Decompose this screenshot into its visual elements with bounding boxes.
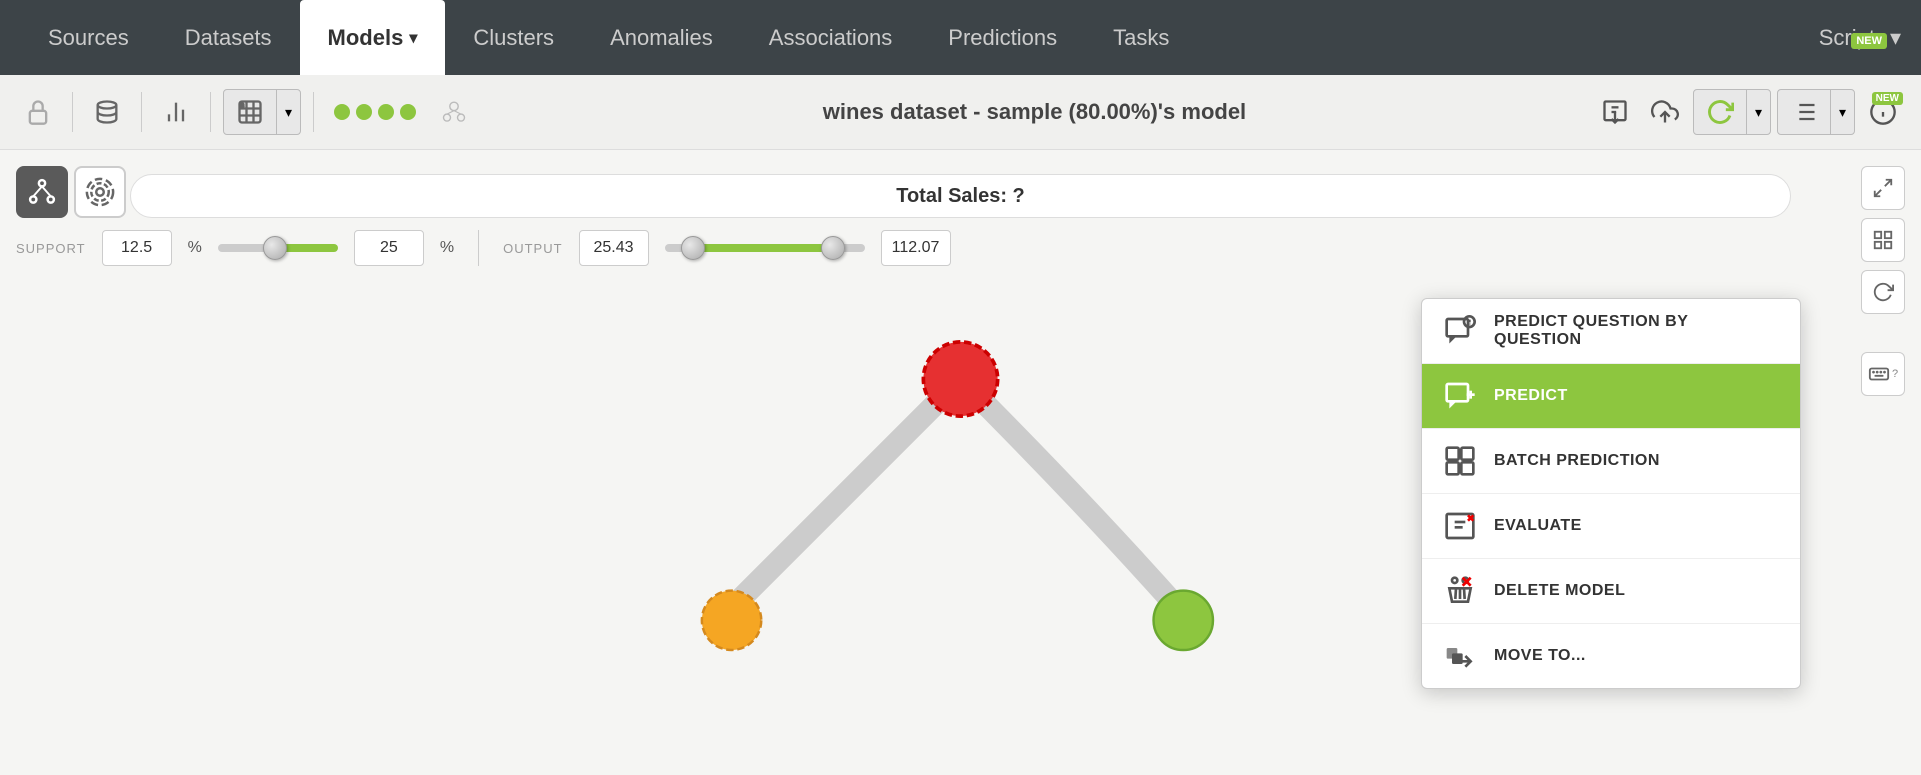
batch-label: BATCH PREDICTION	[1494, 452, 1660, 470]
controls-divider	[478, 230, 479, 266]
support-slider-container	[218, 244, 338, 252]
scripts-dropdown-arrow: ▾	[1890, 25, 1901, 51]
list-icon[interactable]	[1778, 90, 1831, 134]
source-dataset-icon[interactable]	[432, 90, 476, 134]
expand-icon[interactable]	[1861, 166, 1905, 210]
status-dot-1	[334, 104, 350, 120]
support-slider-track[interactable]	[218, 244, 338, 252]
navbar: Sources Datasets Models ▾ Clusters Anoma…	[0, 0, 1921, 75]
dataset-icon[interactable]	[85, 90, 129, 134]
upload-cloud-icon[interactable]	[1643, 90, 1687, 134]
toolbar: 3 ▾ wines dataset - sample (80.00%)'s mo…	[0, 75, 1921, 150]
dropdown-item-predict[interactable]: PREDICT	[1422, 364, 1800, 429]
nav-item-datasets[interactable]: Datasets	[157, 0, 300, 75]
list-btn-group[interactable]: ▾	[1777, 89, 1855, 135]
nav-item-tasks[interactable]: Tasks	[1085, 0, 1197, 75]
output-slider-thumb-right[interactable]	[821, 236, 845, 260]
dropdown-item-delete[interactable]: DELETE MODEL	[1422, 559, 1800, 624]
sunburst-view-button[interactable]	[74, 166, 126, 218]
nav-item-predictions[interactable]: Predictions	[920, 0, 1085, 75]
scripts-new-badge: NEW	[1851, 33, 1887, 49]
dropdown-menu: PREDICT QUESTION BY QUESTION PREDICT	[1421, 298, 1801, 689]
status-dot-3	[378, 104, 394, 120]
delete-icon	[1442, 573, 1478, 609]
action-btn-group[interactable]: ▾	[1693, 89, 1771, 135]
predict-dropdown-arrow[interactable]: ▾	[1747, 96, 1770, 129]
delete-label: DELETE MODEL	[1494, 582, 1625, 600]
support-label: SUPPORT	[16, 241, 86, 256]
download-icon[interactable]	[1593, 90, 1637, 134]
svg-text:3: 3	[241, 103, 244, 109]
models-dropdown-arrow: ▾	[409, 28, 417, 48]
view-controls	[16, 166, 126, 218]
dropdown-item-predict-question[interactable]: PREDICT QUESTION BY QUESTION	[1422, 299, 1800, 364]
tree-view-button[interactable]	[16, 166, 68, 218]
info-icon[interactable]: NEW	[1861, 90, 1905, 134]
support-slider-thumb[interactable]	[263, 236, 287, 260]
number-action-group[interactable]: 3 ▾	[223, 89, 301, 135]
predict-question-label: PREDICT QUESTION BY QUESTION	[1494, 313, 1780, 349]
move-icon	[1442, 638, 1478, 674]
nav-item-sources[interactable]: Sources	[20, 0, 157, 75]
dropdown-item-batch[interactable]: BATCH PREDICTION	[1422, 429, 1800, 494]
output-slider-thumb-left[interactable]	[681, 236, 705, 260]
output-min-input[interactable]	[579, 230, 649, 266]
nav-item-models[interactable]: Models ▾	[300, 0, 446, 75]
status-dot-2	[356, 104, 372, 120]
toolbar-right: ▾ ▾ NEW	[1593, 89, 1905, 135]
dropdown-item-evaluate[interactable]: EVALUATE	[1422, 494, 1800, 559]
info-new-badge: NEW	[1872, 92, 1903, 105]
evaluate-icon	[1442, 508, 1478, 544]
toolbar-title: wines dataset - sample (80.00%)'s model	[484, 99, 1585, 125]
nav-right: Scripts ▾ NEW	[1819, 25, 1901, 51]
number-icon[interactable]: 3	[224, 90, 277, 134]
support-max-pct: %	[440, 239, 454, 257]
divider-4	[313, 92, 314, 132]
move-label: MOVE TO...	[1494, 647, 1586, 665]
nav-item-anomalies[interactable]: Anomalies	[582, 0, 741, 75]
list-dropdown-arrow[interactable]: ▾	[1831, 96, 1854, 129]
controls-bar: SUPPORT % % OUTPUT	[0, 230, 1821, 266]
predict-question-icon	[1442, 313, 1478, 349]
divider-2	[141, 92, 142, 132]
divider-3	[210, 92, 211, 132]
predict-action-icon[interactable]	[1694, 90, 1747, 134]
total-sales-label: Total Sales: ?	[151, 185, 1770, 208]
output-label: OUTPUT	[503, 241, 562, 256]
chart-icon[interactable]	[154, 90, 198, 134]
search-bar[interactable]: Total Sales: ?	[130, 174, 1791, 218]
status-dot-4	[400, 104, 416, 120]
output-slider-container	[665, 244, 865, 252]
evaluate-label: EVALUATE	[1494, 517, 1582, 535]
output-max-input[interactable]	[881, 230, 951, 266]
support-min-pct: %	[188, 239, 202, 257]
dropdown-item-move[interactable]: MOVE TO...	[1422, 624, 1800, 688]
predict-label: PREDICT	[1494, 387, 1568, 405]
nav-item-clusters[interactable]: Clusters	[445, 0, 582, 75]
number-dropdown-arrow[interactable]: ▾	[277, 96, 300, 129]
support-max-input[interactable]	[354, 230, 424, 266]
support-min-input[interactable]	[102, 230, 172, 266]
divider-1	[72, 92, 73, 132]
batch-icon	[1442, 443, 1478, 479]
lock-icon	[16, 90, 60, 134]
status-dots	[334, 104, 416, 120]
nav-item-associations[interactable]: Associations	[741, 0, 921, 75]
grid-icon[interactable]	[1861, 218, 1905, 262]
predict-icon	[1442, 378, 1478, 414]
output-slider-track[interactable]	[665, 244, 865, 252]
main-content: Total Sales: ? SUPPORT % % OUTPUT	[0, 150, 1921, 775]
